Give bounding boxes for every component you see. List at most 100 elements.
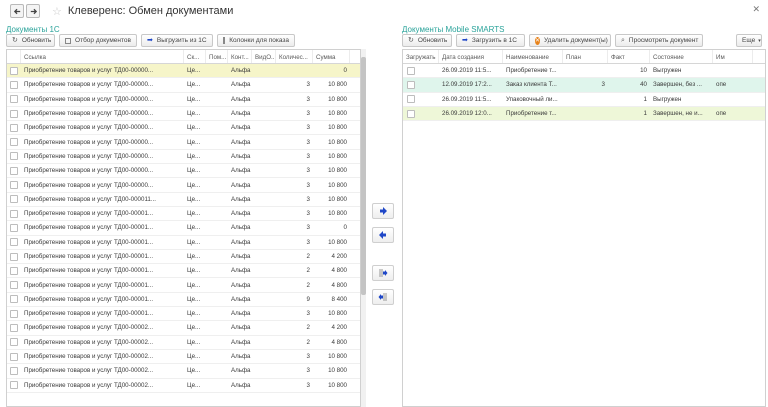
view-document-button[interactable]: ⌕ Просмотреть документ [615,34,703,47]
column-header[interactable]: Конт... [228,50,252,63]
row-checkbox[interactable] [10,366,18,375]
table-row[interactable]: Приобретение товаров и услуг ТД00-00000.… [7,121,360,136]
column-header[interactable]: Состояние [650,50,713,63]
row-checkbox[interactable] [10,195,18,204]
table-row[interactable]: Приобретение товаров и услуг ТД00-000011… [7,193,360,207]
table-row[interactable]: Приобретение товаров и услуг ТД00-00001.… [7,307,360,322]
table-row[interactable]: 26.09.2019 11:5... Приобретение т... 10 Выг… [403,64,765,79]
table-row[interactable]: Приобретение товаров и услуг ТД00-00001.… [7,221,360,236]
left-scrollbar[interactable] [361,49,366,407]
table-row[interactable]: 26.09.2019 12:0... Приобретение т... 1 Заве… [403,106,765,122]
row-checkbox-cell [7,152,21,161]
table-row[interactable]: Приобретение товаров и услуг ТД00-00000.… [7,135,360,150]
row-checkbox[interactable] [10,209,18,218]
quantity-cell: 3 [306,381,310,389]
table-header: Загружать Дата создания Наименование План Фа… [403,50,765,64]
row-checkbox[interactable] [10,166,18,175]
table-row[interactable]: Приобретение товаров и услуг ТД00-00001.… [7,278,360,293]
transfer-left-button[interactable] [372,227,394,243]
column-header[interactable]: Дата создания [439,50,503,63]
column-header[interactable]: Количес... [276,50,313,63]
close-icon[interactable]: ✕ [752,4,760,15]
row-checkbox[interactable] [10,238,18,247]
row-checkbox[interactable] [10,123,18,132]
row-checkbox[interactable] [10,281,18,290]
row-checkbox[interactable] [10,252,18,261]
row-checkbox[interactable] [10,109,18,118]
table-row[interactable]: Приобретение товаров и услуг ТД00-00001.… [7,236,360,250]
row-checkbox[interactable] [10,338,18,347]
columns-to-show-button[interactable]: Колонки для показа [217,34,295,47]
favorite-star-icon[interactable]: ☆ [52,5,62,18]
column-header[interactable]: Ссылка [21,50,184,63]
column-header[interactable]: Загружать [403,50,439,63]
table-row[interactable]: Приобретение товаров и услуг ТД00-00002.… [7,364,360,379]
sum-cell: 10 800 [328,152,347,160]
counterparty-cell: Альфа [231,210,251,218]
forward-button[interactable] [26,4,40,18]
row-checkbox[interactable] [10,266,18,275]
table-row[interactable]: Приобретение товаров и услуг ТД00-00000.… [7,93,360,107]
select-documents-button[interactable]: Отбор документов [59,34,137,47]
transfer-right-button[interactable] [372,203,394,219]
table-row[interactable]: Приобретение товаров и услуг ТД00-00000.… [7,150,360,165]
row-checkbox[interactable] [10,152,18,161]
table-row[interactable]: Приобретение товаров и услуг ТД00-00001.… [7,250,360,265]
row-checkbox[interactable] [10,223,18,232]
row-checkbox[interactable] [10,95,18,104]
fact-cell: 1 [643,110,647,118]
table-row[interactable]: Приобретение товаров и услуг ТД00-00002.… [7,350,360,365]
row-checkbox[interactable] [10,66,18,75]
load-to-1c-button[interactable]: ➡ Загрузить в 1С [456,34,525,47]
transfer-all-left-button[interactable] [372,289,394,305]
back-button[interactable] [10,4,24,18]
table-row[interactable]: Приобретение товаров и услуг ТД00-00000.… [7,107,360,122]
sum-cell: 10 800 [328,181,347,189]
row-checkbox[interactable] [10,181,18,190]
row-checkbox[interactable] [10,80,18,89]
row-checkbox-cell [7,309,21,318]
row-checkbox[interactable] [10,138,18,147]
column-header[interactable]: Ск... [184,50,206,63]
table-row[interactable]: 26.09.2019 11:5... Упаковочный ли... 1 Выгр… [403,93,765,107]
table-row[interactable]: Приобретение товаров и услуг ТД00-00001.… [7,293,360,308]
transfer-all-right-button[interactable] [372,265,394,281]
warehouse-cell: Це... [187,152,201,160]
more-button[interactable]: Еще ▾ [736,34,762,47]
table-row[interactable]: Приобретение товаров и услуг ТД00-00002.… [7,321,360,336]
column-header[interactable]: План [563,50,608,63]
right-refresh-button[interactable]: ↻ Обновить [402,34,452,47]
column-header[interactable]: Сумма [313,50,350,63]
load-checkbox[interactable] [407,109,415,118]
sum-cell: 10 800 [328,95,347,103]
table-row[interactable]: Приобретение товаров и услуг ТД00-00000.… [7,164,360,179]
column-header[interactable]: Пом... [206,50,228,63]
column-header[interactable]: Факт [608,50,650,63]
column-header[interactable]: Им [713,50,753,63]
upload-arrow-icon: ➡ [462,37,468,44]
row-checkbox[interactable] [10,309,18,318]
table-row[interactable]: Приобретение товаров и услуг ТД00-00001.… [7,207,360,222]
created-date-cell: 12.09.2019 17:2... [442,81,492,89]
row-checkbox[interactable] [10,295,18,304]
row-checkbox[interactable] [10,381,18,390]
table-row[interactable]: Приобретение товаров и услуг ТД00-00000.… [7,178,360,193]
upload-from-1c-button[interactable]: ➡ Выгрузить из 1С [141,34,213,47]
table-row[interactable]: 12.09.2019 17:2... Заказ клиента Т... 3 40 З… [403,78,765,93]
load-checkbox[interactable] [407,66,415,75]
column-header[interactable]: Наименование [503,50,563,63]
table-row[interactable]: Приобретение товаров и услуг ТД00-00002.… [7,379,360,393]
table-row[interactable]: Приобретение товаров и услуг ТД00-00000.… [7,78,360,93]
load-checkbox[interactable] [407,95,415,104]
row-checkbox[interactable] [10,352,18,361]
column-header[interactable]: ВидО... [252,50,276,63]
scrollbar-thumb[interactable] [361,57,366,295]
table-row[interactable]: Приобретение товаров и услуг ТД00-00000.… [7,64,360,79]
left-refresh-button[interactable]: ↻ Обновить [6,34,55,47]
table-row[interactable]: Приобретение товаров и услуг ТД00-00001.… [7,264,360,279]
delete-documents-button[interactable]: ✕ Удалить документ(ы) [529,34,611,47]
table-row[interactable]: Приобретение товаров и услуг ТД00-00002.… [7,336,360,350]
load-checkbox[interactable] [407,80,415,89]
row-checkbox[interactable] [10,323,18,332]
document-link: Приобретение товаров и услуг ТД00-00001.… [24,295,154,303]
